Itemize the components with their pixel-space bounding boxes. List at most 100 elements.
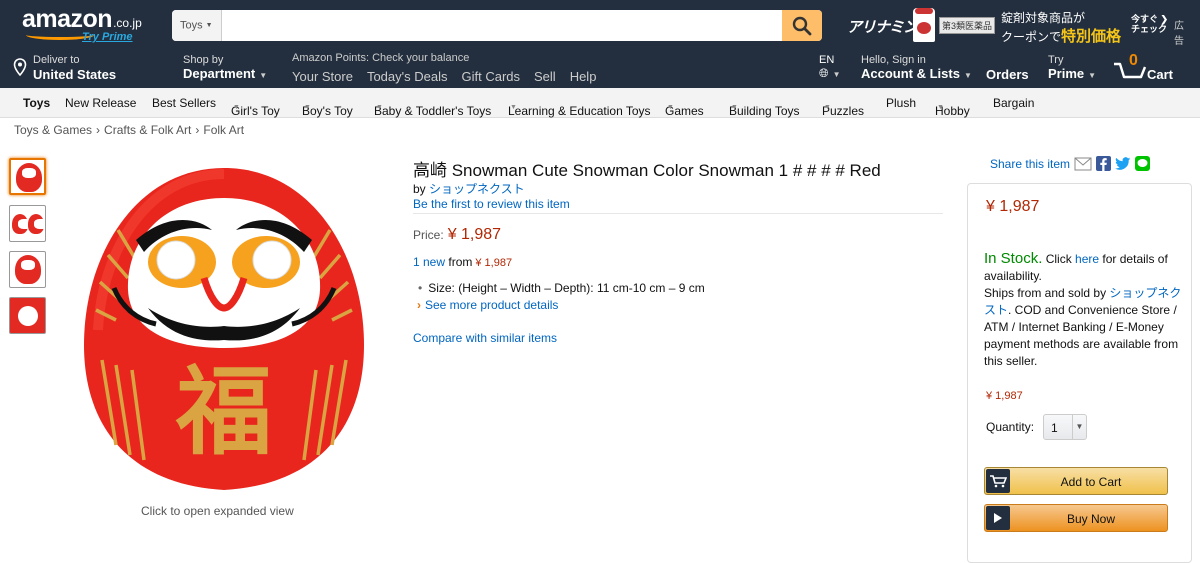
search-category-label: Toys [180, 19, 203, 32]
thumbnail-4[interactable] [9, 297, 46, 334]
location-pin-icon [13, 58, 27, 76]
cart-count: 0 [1129, 52, 1138, 69]
ships-from-label: Ships from and sold by [984, 286, 1107, 300]
belt-new-release[interactable]: New Release [65, 96, 136, 110]
chevron-down-icon: ▼ [205, 22, 213, 29]
nav-help[interactable]: Help [570, 69, 597, 84]
buy-box: ¥ 1,987 In Stock. Click here for details… [967, 183, 1192, 563]
category-belt: Toys New Release Best Sellers Girl's Toy… [0, 88, 1200, 118]
nav-todays-deals[interactable]: Today's Deals [367, 69, 448, 84]
product-title: 高崎 Snowman Cute Snowman Color Snowman 1 … [413, 161, 881, 180]
daruma-image: 福 [84, 168, 364, 490]
cart-link[interactable]: 0 Cart [1112, 52, 1178, 84]
add-to-cart-button[interactable]: Add to Cart [984, 467, 1168, 495]
belt-baby-toddler-label: Baby & Toddler's Toys [374, 104, 492, 118]
chevron-down-icon: ▼ [832, 70, 841, 79]
fuku-character: 福 [175, 355, 272, 468]
play-icon [986, 506, 1010, 530]
seller-link[interactable]: ショップネクスト [429, 182, 525, 196]
promo-banner[interactable]: アリナミン 第3類医薬品 錠剤対象商品が クーポンで特別価格 今すぐ ❯ チェック… [847, 8, 1192, 47]
points-link[interactable]: Amazon Points: Check your balance [292, 52, 469, 64]
belt-building-toys-label: Building Toys [729, 104, 800, 118]
deliver-small: Deliver to [33, 54, 80, 66]
line-icon[interactable] [1135, 156, 1151, 171]
search-button[interactable] [782, 10, 822, 41]
chevron-down-icon: ▼ [1088, 71, 1097, 80]
first-review-link[interactable]: Be the first to review this item [413, 197, 570, 211]
sub-nav-links: Your Store Today's Deals Gift Cards Sell Hel… [292, 69, 610, 84]
belt-plush[interactable]: Plush [886, 96, 916, 110]
language-code: EN [819, 54, 835, 66]
byline: by ショップネクスト [413, 180, 525, 197]
search-input[interactable] [223, 10, 783, 41]
chevron-down-icon: ▼ [233, 104, 240, 111]
email-icon[interactable] [1074, 157, 1092, 171]
buy-now-label: Buy Now [1066, 512, 1116, 526]
quantity-value: 1 [1051, 421, 1058, 435]
chevron-down-icon: ▼ [510, 104, 517, 111]
breadcrumb-item[interactable]: Crafts & Folk Art [104, 123, 191, 137]
new-offers-price: ¥ 1,987 [475, 257, 513, 269]
try-prime-link[interactable]: Try Prime [82, 31, 133, 43]
availability-here-link[interactable]: here [1075, 252, 1099, 266]
language-selector[interactable]: EN 🌐︎ ▼ [819, 54, 841, 81]
shop-by-department[interactable]: Shop by Department ▼ [183, 54, 267, 81]
facebook-icon[interactable] [1096, 156, 1112, 171]
nav-sell[interactable]: Sell [534, 69, 556, 84]
more-details: › See more product details [417, 298, 558, 312]
chevron-down-icon: ▼ [376, 104, 383, 111]
belt-best-sellers[interactable]: Best Sellers [152, 96, 216, 110]
account-lists[interactable]: Hello, Sign in Account & Lists ▼ [861, 54, 972, 81]
amazon-logo[interactable]: amazon.co.jp Try Prime [22, 6, 142, 43]
chevron-down-icon: ▼ [963, 71, 972, 80]
orders-link[interactable]: Orders [986, 67, 1029, 82]
medicine-bottle-icon [913, 8, 935, 42]
promo-line2: クーポンで特別価格 [1001, 25, 1121, 46]
expand-caption[interactable]: Click to open expanded view [141, 504, 294, 518]
chevron-down-icon: ▼ [1072, 415, 1086, 439]
more-details-link[interactable]: See more product details [425, 298, 558, 312]
account-lists-row: Account & Lists ▼ [861, 66, 972, 81]
nav-your-store[interactable]: Your Store [292, 69, 353, 84]
shop-by-small: Shop by [183, 54, 224, 66]
prime-small: Try [1048, 54, 1064, 66]
daruma-thumb-image [16, 163, 42, 192]
price-value: ¥ 1,987 [447, 226, 502, 243]
chevron-right-icon: › [417, 298, 421, 312]
chevron-down-icon: ▼ [937, 104, 944, 111]
globe-row: 🌐︎ ▼ [819, 66, 841, 81]
belt-learning-label: Learning & Education Toys [508, 104, 651, 118]
promo-check-now[interactable]: 今すぐ ❯ チェック [1131, 14, 1168, 34]
nav-gift-cards[interactable]: Gift Cards [461, 69, 520, 84]
ad-label: 広告 [1174, 21, 1184, 47]
chevron-down-icon: ▼ [259, 71, 268, 80]
orders-label: Orders [986, 67, 1029, 82]
account-lists-label: Account & Lists [861, 66, 960, 81]
by-label: by [413, 182, 426, 196]
search-category-dropdown[interactable]: Toys ▼ [172, 10, 222, 41]
belt-bargain[interactable]: Bargain [993, 96, 1034, 110]
belt-toys[interactable]: Toys [23, 96, 50, 110]
department-label: Department [183, 66, 256, 81]
breadcrumb-item[interactable]: Toys & Games [14, 123, 92, 137]
thumbnail-3[interactable] [9, 251, 46, 288]
add-to-cart-label: Add to Cart [1060, 475, 1122, 489]
promo-check-now-1: 今すぐ [1131, 14, 1159, 24]
promo-line1: 錠剤対象商品が [1001, 11, 1086, 25]
breadcrumb-item[interactable]: Folk Art [203, 123, 244, 137]
cart-icon [986, 469, 1010, 493]
buybox-price-secondary: ¥ 1,987 [986, 390, 1023, 402]
main-product-image[interactable]: 福 [78, 160, 370, 496]
new-offers: 1 new from ¥ 1,987 [413, 255, 512, 269]
new-offers-link[interactable]: 1 new [413, 255, 445, 269]
thumbnail-1[interactable] [9, 158, 46, 195]
logo-tld: .co.jp [113, 16, 142, 30]
twitter-icon[interactable] [1115, 156, 1131, 171]
buy-now-button[interactable]: Buy Now [984, 504, 1168, 532]
share-label[interactable]: Share this item [990, 157, 1070, 171]
compare-link[interactable]: Compare with similar items [413, 331, 557, 345]
thumbnail-2[interactable] [9, 205, 46, 242]
quantity-select[interactable]: 1 ▼ [1043, 414, 1087, 440]
try-prime-nav[interactable]: Try Prime ▼ [1048, 54, 1096, 81]
promo-brand: アリナミン [847, 19, 918, 36]
